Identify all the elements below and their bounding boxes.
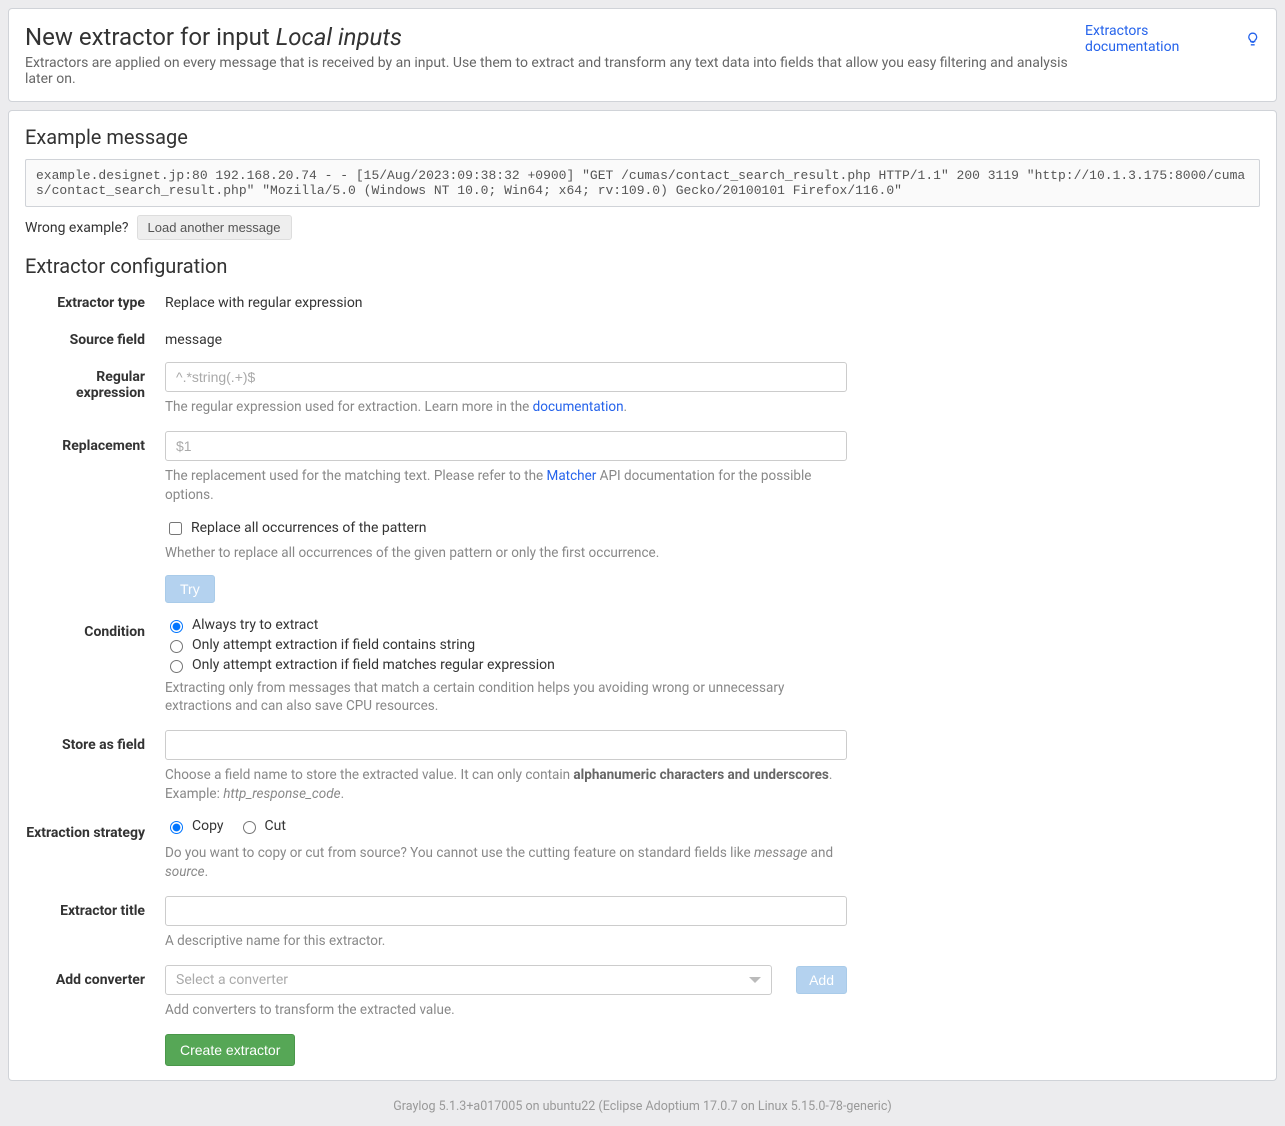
example-heading: Example message	[25, 125, 1260, 149]
condition-opt2-label: Only attempt extraction if field contain…	[192, 637, 475, 653]
regex-help: The regular expression used for extracti…	[165, 398, 847, 417]
config-heading: Extractor configuration	[25, 254, 1260, 278]
store-help-pre: Choose a field name to store the extract…	[165, 767, 573, 783]
strategy-help-em1: message	[754, 845, 807, 861]
load-another-message-button[interactable]: Load another message	[137, 215, 292, 240]
strategy-radio-copy[interactable]	[170, 821, 183, 834]
footer-text: Graylog 5.1.3+a017005 on ubuntu22 (Eclip…	[8, 1089, 1277, 1118]
documentation-link[interactable]: Extractors documentation	[1085, 23, 1260, 55]
try-button[interactable]: Try	[165, 575, 215, 603]
condition-radio-contains[interactable]	[170, 640, 183, 653]
condition-help: Extracting only from messages that match…	[165, 679, 847, 717]
replacement-help-pre: The replacement used for the matching te…	[165, 468, 547, 484]
extractor-type-label: Extractor type	[25, 288, 165, 311]
converter-select[interactable]: Select a converter	[165, 965, 772, 995]
title-label: Extractor title	[25, 896, 165, 951]
title-help: A descriptive name for this extractor.	[165, 932, 847, 951]
source-field-label: Source field	[25, 325, 165, 348]
add-converter-button[interactable]: Add	[796, 966, 847, 994]
extractor-type-value: Replace with regular expression	[165, 288, 847, 311]
condition-opt3-label: Only attempt extraction if field matches…	[192, 657, 555, 673]
strategy-label: Extraction strategy	[25, 818, 165, 882]
regex-help-text: The regular expression used for extracti…	[165, 399, 533, 415]
strategy-help-pre: Do you want to copy or cut from source? …	[165, 845, 754, 861]
converter-help: Add converters to transform the extracte…	[165, 1001, 847, 1020]
create-extractor-button[interactable]: Create extractor	[165, 1034, 295, 1066]
replace-all-checkbox[interactable]	[169, 522, 182, 535]
condition-radio-regex[interactable]	[170, 660, 183, 673]
extractor-title-input[interactable]	[165, 896, 847, 926]
strategy-copy-label: Copy	[192, 818, 224, 834]
page-subtitle: Extractors are applied on every message …	[25, 55, 1085, 87]
regex-input[interactable]	[165, 362, 847, 392]
strategy-help: Do you want to copy or cut from source? …	[165, 844, 847, 882]
replace-all-label: Replace all occurrences of the pattern	[191, 520, 426, 536]
store-help-strong: alphanumeric characters and underscores	[573, 767, 828, 783]
main-panel: Example message example.designet.jp:80 1…	[8, 110, 1277, 1081]
page-title-prefix: New extractor for input	[25, 23, 276, 51]
store-help-em: http_response_code	[223, 786, 340, 802]
replacement-input[interactable]	[165, 431, 847, 461]
condition-opt1-label: Always try to extract	[192, 617, 318, 633]
documentation-link-label: Extractors documentation	[1085, 23, 1241, 55]
strategy-cut-label: Cut	[265, 818, 286, 834]
store-field-input[interactable]	[165, 730, 847, 760]
page-header-panel: New extractor for input Local inputs Ext…	[8, 8, 1277, 102]
regex-doc-link[interactable]: documentation	[533, 399, 624, 415]
lightbulb-icon	[1245, 31, 1260, 47]
strategy-radio-cut[interactable]	[243, 821, 256, 834]
regex-label: Regular expression	[25, 362, 165, 417]
wrong-example-label: Wrong example?	[25, 220, 129, 236]
page-title-input-name: Local inputs	[276, 23, 402, 51]
store-help: Choose a field name to store the extract…	[165, 766, 847, 804]
converter-label: Add converter	[25, 965, 165, 1020]
replace-all-help: Whether to replace all occurrences of th…	[165, 544, 847, 563]
replacement-help: The replacement used for the matching te…	[165, 467, 847, 505]
condition-radio-always[interactable]	[170, 620, 183, 633]
source-field-value: message	[165, 325, 847, 348]
page-title: New extractor for input Local inputs	[25, 23, 1085, 51]
matcher-link[interactable]: Matcher	[547, 468, 597, 484]
example-message-box: example.designet.jp:80 192.168.20.74 - -…	[25, 159, 1260, 207]
converter-placeholder: Select a converter	[176, 972, 288, 988]
condition-label: Condition	[25, 617, 165, 717]
replacement-label: Replacement	[25, 431, 165, 505]
strategy-help-em2: source	[165, 864, 205, 880]
chevron-down-icon	[749, 977, 761, 983]
store-label: Store as field	[25, 730, 165, 804]
strategy-help-mid: and	[807, 845, 833, 861]
